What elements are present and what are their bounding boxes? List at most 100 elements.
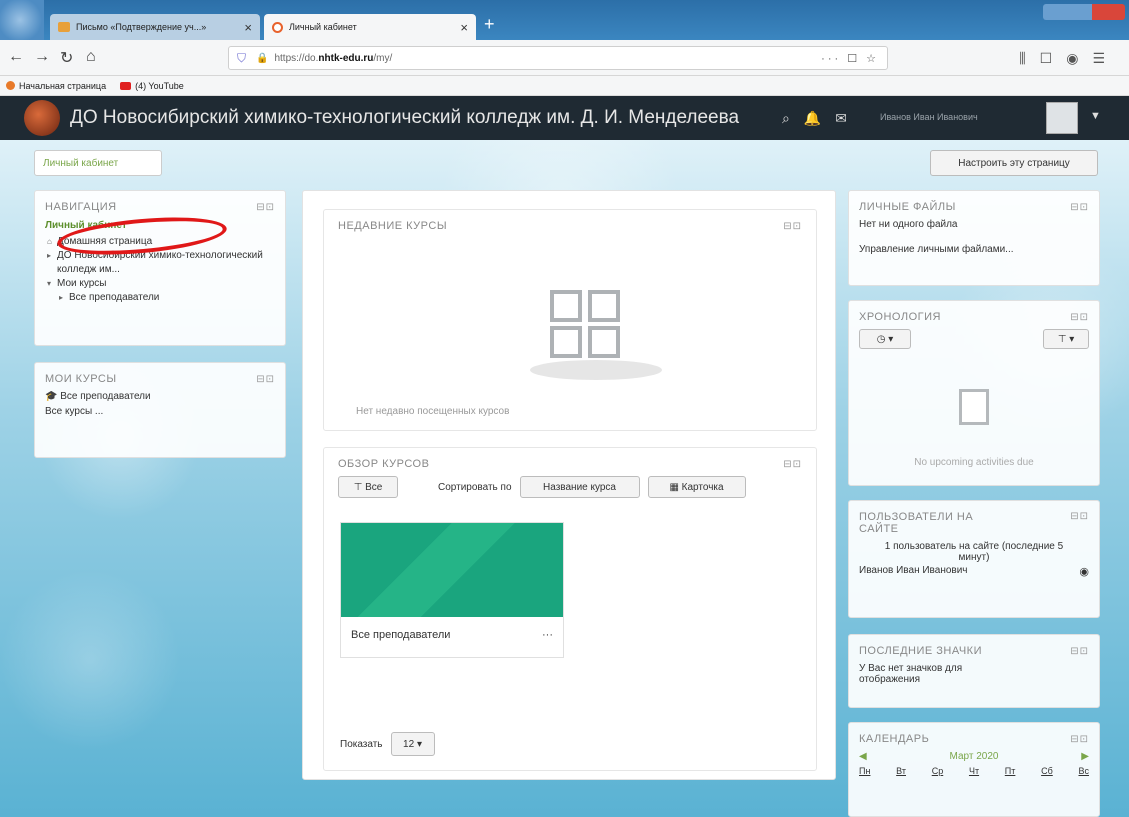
page-actions[interactable]: ··· ☐ ☆ xyxy=(821,52,879,65)
dock-icon[interactable]: ⊟⊡ xyxy=(256,374,275,385)
dock-icon[interactable]: ⊟⊡ xyxy=(1070,646,1089,657)
empty-courses-illustration xyxy=(530,280,662,380)
manage-files-link[interactable]: Управление личными файлами... xyxy=(859,244,1089,255)
browser-navbar: ← → ↻ ⌂ ⛉ 🔒 https://do. nhtk-edu.ru/my/ ·… xyxy=(0,40,1129,76)
block-title: ЛИЧНЫЕ ФАЙЛЫ xyxy=(859,201,956,213)
page-size-select[interactable]: 12 ▾ xyxy=(390,732,435,756)
moodle-icon xyxy=(272,21,283,33)
nav-item-my-courses[interactable]: ▾ Мои курсы xyxy=(45,277,275,291)
nav-item-course[interactable]: ▸ Все преподаватели xyxy=(45,291,275,305)
new-tab-button[interactable]: + xyxy=(484,14,495,35)
graduation-cap-icon: 🎓 xyxy=(45,391,61,402)
tab-mail[interactable]: Письмо «Подтверждение уч...» × xyxy=(50,14,260,40)
course-image[interactable] xyxy=(341,523,563,617)
dock-icon[interactable]: ⊟⊡ xyxy=(1070,511,1089,522)
url-prefix: https://do. xyxy=(274,52,319,64)
customize-page-button[interactable]: Настроить эту страницу xyxy=(930,150,1098,176)
filter-icon: ⊤ xyxy=(353,481,366,493)
eye-icon[interactable]: ◉ xyxy=(1079,565,1089,578)
weekday-label: Сб xyxy=(1041,766,1053,776)
weekday-label: Вс xyxy=(1078,766,1089,776)
empty-text: Нет ни одного файла xyxy=(859,219,958,230)
close-icon[interactable]: × xyxy=(244,20,252,35)
filter-button[interactable]: ⊤ Все xyxy=(338,476,398,498)
calendar-block: КАЛЕНДАРЬ ⊟⊡ ◀ Март 2020 ▶ Пн Вт Ср Чт П… xyxy=(848,722,1100,817)
prev-month-icon[interactable]: ◀ xyxy=(859,751,867,762)
block-title: КАЛЕНДАРЬ xyxy=(859,733,930,745)
url-bar[interactable]: ⛉ 🔒 https://do. nhtk-edu.ru/my/ ··· ☐ ☆ xyxy=(228,46,888,70)
site-logo[interactable] xyxy=(24,100,60,136)
list-icon xyxy=(959,389,989,425)
breadcrumb[interactable]: Личный кабинет xyxy=(34,150,162,176)
all-courses-link[interactable]: Все курсы ... xyxy=(45,406,275,417)
sort-label: Сортировать по xyxy=(438,481,512,493)
chevron-down-icon[interactable]: ▼ xyxy=(1090,110,1101,122)
dock-icon[interactable]: ⊟⊡ xyxy=(1070,312,1089,323)
show-label: Показать xyxy=(340,738,383,750)
course-name[interactable]: Все преподаватели xyxy=(351,629,450,641)
dock-icon[interactable]: ⊟⊡ xyxy=(783,459,802,470)
mail-icon xyxy=(58,22,70,32)
home-icon[interactable]: ⌂ xyxy=(86,48,96,66)
clock-icon: ◷ ▾ xyxy=(876,333,894,345)
forward-icon[interactable]: → xyxy=(34,48,50,66)
window-controls[interactable] xyxy=(1043,4,1125,20)
lock-icon[interactable]: 🔒 xyxy=(256,53,268,64)
course-overview-block: ОБЗОР КУРСОВ ⊟⊡ ⊤ Все Сортировать по Наз… xyxy=(323,447,817,771)
private-files-block: ЛИЧНЫЕ ФАЙЛЫ ⊟⊡ Нет ни одного файла Упра… xyxy=(848,190,1100,286)
badges-block: ПОСЛЕДНИЕ ЗНАЧКИ ⊟⊡ У Вас нет значков дл… xyxy=(848,634,1100,708)
block-title: МОИ КУРСЫ xyxy=(45,373,117,385)
nav-item-site[interactable]: ▸ ДО Новосибирский химико-технологический… xyxy=(45,249,275,277)
calendar-month[interactable]: Март 2020 xyxy=(950,751,999,762)
navbar-icons[interactable]: ⌕🔔✉ xyxy=(782,110,861,127)
weekday-label: Пт xyxy=(1004,766,1016,776)
toolbar-icons[interactable]: ⫼☐◉☰ xyxy=(1019,50,1119,67)
view-button[interactable]: ▦ Карточка xyxy=(647,476,746,498)
online-user-link[interactable]: Иванов Иван Иванович xyxy=(859,565,968,578)
browser-titlebar: Письмо «Подтверждение уч...» × Личный ка… xyxy=(0,0,1129,40)
dock-icon[interactable]: ⊟⊡ xyxy=(256,202,275,213)
chevron-down-icon: ▾ xyxy=(47,279,52,288)
notifications-icon[interactable]: 🔔 xyxy=(804,110,835,126)
browser-menu-orb xyxy=(0,0,44,40)
tab-dashboard[interactable]: Личный кабинет × xyxy=(264,14,476,40)
next-month-icon[interactable]: ▶ xyxy=(1081,751,1089,762)
site-name[interactable]: ДО Новосибирский химико-технологический … xyxy=(70,107,739,129)
shield-icon[interactable]: ⛉ xyxy=(237,51,246,66)
chevron-down-icon: ▾ xyxy=(414,738,422,750)
weekday-label: Ср xyxy=(931,766,944,776)
chevron-right-icon: ▸ xyxy=(47,251,52,260)
url-path: /my/ xyxy=(373,52,393,64)
dock-icon[interactable]: ⊟⊡ xyxy=(1070,734,1089,745)
close-icon[interactable]: × xyxy=(460,20,468,35)
dock-icon[interactable]: ⊟⊡ xyxy=(783,221,802,232)
firefox-icon xyxy=(6,81,15,90)
bookmarks-bar: Начальная страница (4) YouTube xyxy=(0,76,1129,96)
home-icon: ⌂ xyxy=(47,237,52,246)
reload-icon[interactable]: ↻ xyxy=(60,48,73,68)
user-name[interactable]: Иванов Иван Иванович xyxy=(880,112,978,122)
empty-text: Нет недавно посещенных курсов xyxy=(356,406,510,417)
sort-filter-button[interactable]: ⊤ ▾ xyxy=(1043,329,1089,349)
tab-label: Личный кабинет xyxy=(289,22,357,32)
time-filter-button[interactable]: ◷ ▾ xyxy=(859,329,911,349)
course-link[interactable]: 🎓 Все преподаватели xyxy=(45,391,275,402)
course-menu-icon[interactable]: ··· xyxy=(542,629,553,641)
search-icon[interactable]: ⌕ xyxy=(782,110,804,126)
bookmark-start[interactable]: Начальная страница xyxy=(6,81,106,91)
block-title: НАВИГАЦИЯ xyxy=(45,201,117,213)
course-card[interactable]: Все преподаватели ··· xyxy=(340,522,564,658)
bookmark-youtube[interactable]: (4) YouTube xyxy=(120,81,184,91)
messages-icon[interactable]: ✉ xyxy=(835,110,861,126)
tab-label: Письмо «Подтверждение уч...» xyxy=(76,22,207,32)
weekday-label: Вт xyxy=(896,766,906,776)
page-body: Личный кабинет Настроить эту страницу НА… xyxy=(0,140,1129,817)
avatar[interactable] xyxy=(1046,102,1078,134)
youtube-icon xyxy=(120,81,132,90)
back-icon[interactable]: ← xyxy=(8,48,24,66)
dock-icon[interactable]: ⊟⊡ xyxy=(1070,202,1089,213)
empty-text: No upcoming activities due xyxy=(914,457,1034,468)
url-domain: nhtk-edu.ru xyxy=(318,52,374,64)
sort-button[interactable]: Название курса xyxy=(519,476,640,498)
main-region: НЕДАВНИЕ КУРСЫ ⊟⊡ Нет недавно посещенных… xyxy=(302,190,836,780)
